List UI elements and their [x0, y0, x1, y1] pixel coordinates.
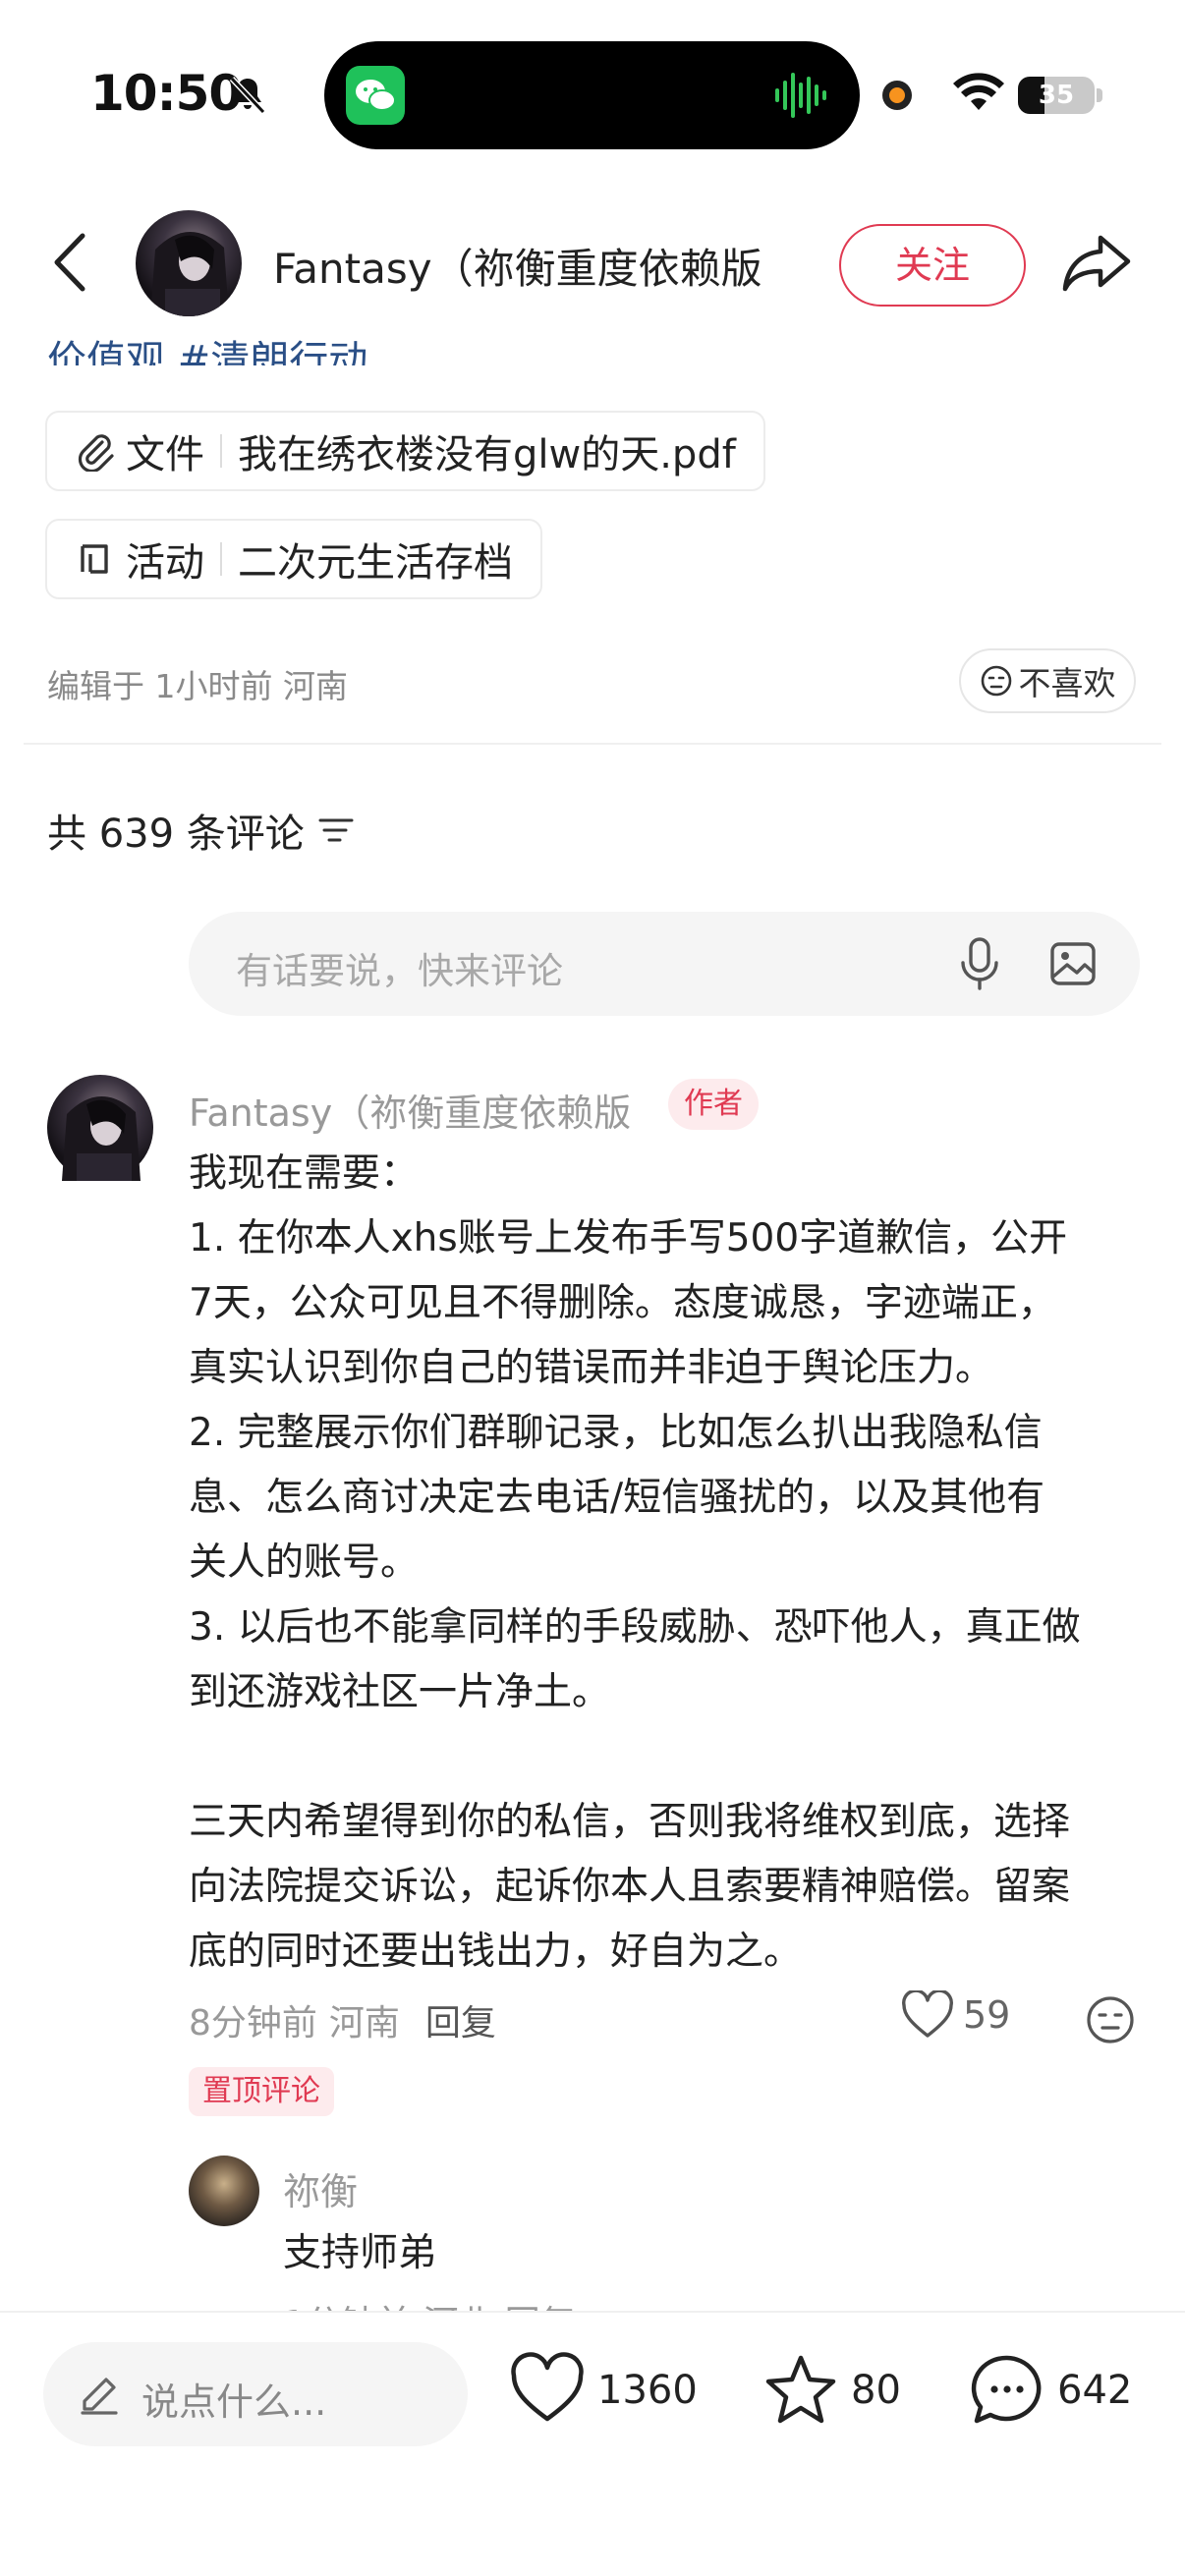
activity-chip[interactable]: 活动 二次元生活存档 — [45, 519, 542, 599]
battery-tip — [1097, 88, 1102, 102]
section-divider — [24, 743, 1161, 745]
comment-line: 向法院提交诉讼，起诉你本人且索要精神赔偿。留案 — [189, 1865, 1071, 1909]
chip-separator — [220, 434, 222, 468]
comment-button[interactable]: 642 — [969, 2352, 1132, 2429]
comment-input-placeholder: 有话要说，快来评论 — [236, 950, 563, 992]
comment-line: 三天内希望得到你的私信，否则我将维权到底，选择 — [189, 1800, 1071, 1844]
wifi-icon — [953, 73, 1004, 110]
comment-line: 关人的账号。 — [189, 1540, 420, 1585]
share-icon[interactable] — [1061, 232, 1132, 295]
comment-input[interactable]: 有话要说，快来评论 — [189, 912, 1140, 1016]
favorite-button[interactable]: 80 — [762, 2352, 901, 2429]
author-name[interactable]: Fantasy（祢衡重度依赖版 — [273, 236, 762, 296]
comment-meta: 8分钟前 河南 回复 — [189, 1994, 496, 2045]
say-something-input[interactable]: 说点什么... — [43, 2342, 468, 2446]
edit-info: 编辑于 1小时前 河南 — [47, 667, 348, 705]
bell-muted-icon — [229, 76, 266, 115]
reply-button[interactable]: 回复 — [425, 1994, 496, 2045]
comment-line: 底的同时还要出钱出力，好自为之。 — [189, 1930, 803, 1974]
chip-label: 活动 — [126, 540, 204, 586]
comment-line: 到还游戏社区一片净土。 — [189, 1670, 611, 1714]
post-header: Fantasy（祢衡重度依赖版 关注 — [0, 196, 1185, 334]
say-something-placeholder: 说点什么... — [141, 2380, 327, 2424]
comment-line: 1. 在你本人xhs账号上发布手写500字道歉信，公开 — [189, 1216, 1068, 1260]
comment-location: 河南 — [328, 2003, 400, 2044]
comment-count[interactable]: 共 639 条评论 — [47, 802, 354, 859]
comment-count-label: 共 639 条评论 — [47, 812, 305, 857]
like-button[interactable]: 1360 — [509, 2352, 698, 2429]
follow-button[interactable]: 关注 — [839, 224, 1026, 307]
comment-like-button[interactable]: 59 — [900, 1990, 1010, 2040]
pinned-comment-badge: 置顶评论 — [189, 2067, 334, 2116]
status-bar: 10:50 35 — [0, 0, 1185, 187]
reply-author[interactable]: 祢衡 — [283, 2161, 358, 2215]
chip-label: 文件 — [126, 432, 204, 477]
commenter-name[interactable]: Fantasy（祢衡重度依赖版 — [189, 1083, 631, 1137]
comment-line: 3. 以后也不能拿同样的手段威胁、恐吓他人，真正做 — [189, 1605, 1081, 1650]
image-icon[interactable] — [1049, 941, 1097, 986]
paperclip-icon — [78, 434, 114, 472]
wechat-icon — [346, 66, 405, 125]
comment-line: 息、怎么商讨决定去电话/短信骚扰的，以及其他有 — [189, 1476, 1045, 1520]
chip-value: 二次元生活存档 — [238, 540, 513, 586]
comment-line — [189, 1725, 1152, 1790]
comment-line: 7天，公众可见且不得删除。态度诚恳，字迹端正， — [189, 1281, 1056, 1325]
battery-indicator: 35 — [1018, 77, 1095, 114]
comment-line: 我现在需要： — [189, 1151, 420, 1196]
author-badge: 作者 — [668, 1079, 759, 1130]
recording-indicator — [882, 81, 912, 110]
heart-icon — [902, 1990, 953, 2038]
star-icon — [765, 2355, 836, 2424]
comment-text: 我现在需要： 1. 在你本人xhs账号上发布手写500字道歉信，公开 7天，公众可见… — [189, 1142, 1152, 1985]
comment-dislike-icon[interactable] — [1085, 1994, 1136, 2045]
audio-wave-icon — [775, 73, 826, 118]
bottom-action-bar: 说点什么... 1360 80 642 — [0, 2311, 1185, 2576]
comment-time: 8分钟前 — [189, 2003, 317, 2044]
reply-text: 支持师弟 — [283, 2231, 437, 2275]
microphone-icon[interactable] — [955, 935, 1004, 992]
author-avatar[interactable] — [136, 210, 242, 316]
chip-value: 我在绣衣楼没有glw的天.pdf — [238, 432, 736, 477]
commenter-avatar[interactable] — [47, 1075, 153, 1181]
dislike-button[interactable]: 不喜欢 — [959, 648, 1136, 713]
meh-face-icon — [981, 665, 1011, 697]
dislike-label: 不喜欢 — [1018, 664, 1116, 702]
pencil-icon — [81, 2378, 118, 2415]
comment-line: 2. 完整展示你们群聊记录，比如怎么扒出我隐私信 — [189, 1411, 1043, 1455]
comment-total: 642 — [1057, 2368, 1133, 2413]
comment-like-count: 59 — [963, 1993, 1011, 2037]
comment-line: 真实认识到你自己的错误而并非迫于舆论压力。 — [189, 1346, 994, 1390]
sort-filter-icon[interactable] — [318, 815, 354, 845]
file-chip[interactable]: 文件 我在绣衣楼没有glw的天.pdf — [45, 411, 765, 491]
chat-bubble-icon — [971, 2355, 1042, 2424]
like-count: 1360 — [597, 2368, 698, 2413]
dynamic-island[interactable] — [324, 41, 860, 149]
chip-separator — [220, 542, 222, 576]
reply-avatar[interactable] — [189, 2156, 259, 2226]
heart-icon — [511, 2352, 584, 2422]
status-time: 10:50 — [90, 65, 243, 122]
favorite-count: 80 — [851, 2368, 901, 2413]
back-arrow-icon[interactable] — [47, 228, 96, 297]
activity-icon — [81, 544, 108, 574]
